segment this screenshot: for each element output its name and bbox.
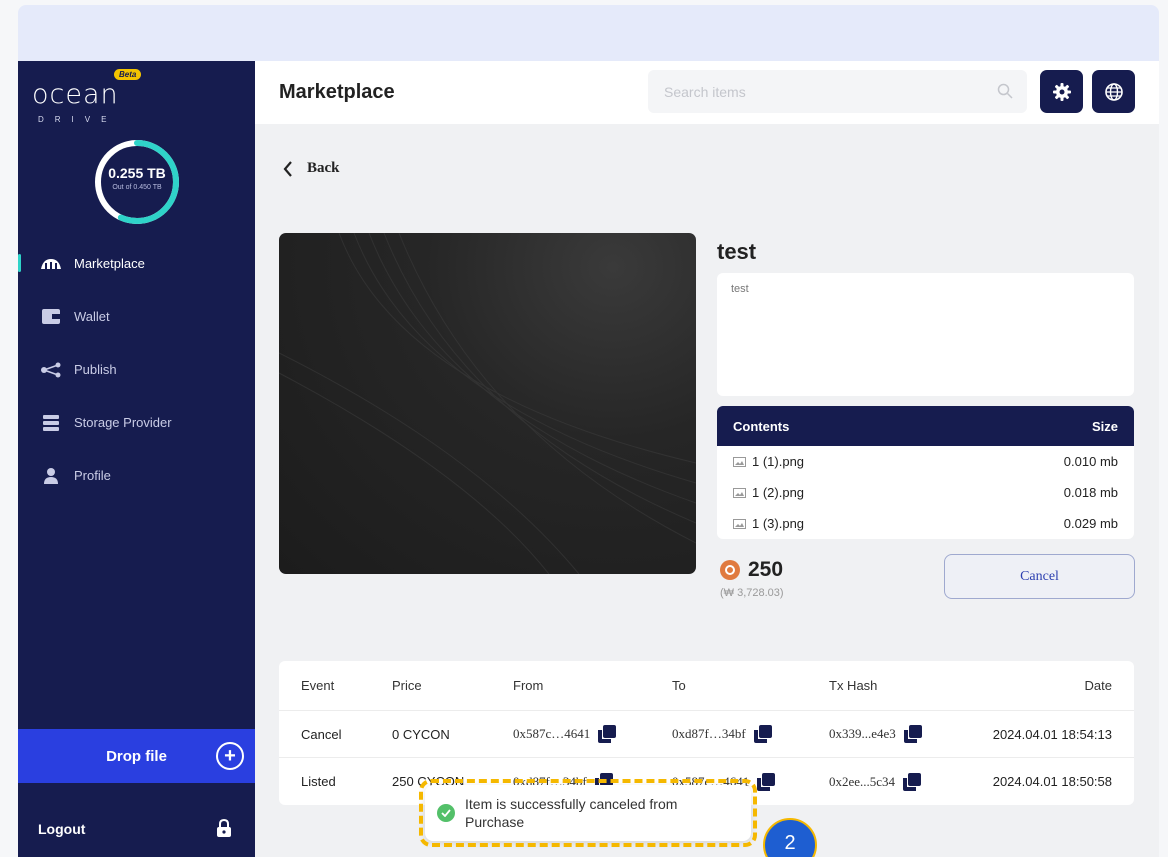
price-converted: (₩ 3,728.03) [720,587,784,599]
size-header-label: Size [1091,418,1118,434]
item-description: test [717,273,1134,396]
column-header: Tx Hash [829,678,878,693]
sidebar-item-wallet[interactable]: Wallet [18,290,255,343]
server-icon [40,414,62,431]
item-preview-image [279,233,696,574]
contents-header: Contents Size [717,406,1134,446]
copy-icon[interactable] [757,772,776,791]
file-size: 0.029 mb [1063,516,1118,531]
file-name: 1 (2).png [752,485,805,500]
column-header: Price [392,678,422,693]
logo: Beta ocean DRIVE [32,69,142,124]
app-window: Beta ocean DRIVE 0.255 TB Out of 0.450 T… [18,61,1159,857]
logo-subtext: DRIVE [38,115,118,124]
file-row: 1 (3).png 0.029 mb [717,508,1134,539]
copy-icon[interactable] [903,725,922,743]
back-button[interactable]: Back [283,160,340,177]
search-icon[interactable] [997,83,1013,99]
highlight-outline [419,779,757,847]
page-title: Marketplace [279,81,395,103]
sidebar-item-storage-provider[interactable]: Storage Provider [18,396,255,449]
marketplace-icon [40,256,62,272]
contents-header-label: Contents [733,418,790,434]
share-icon [40,362,62,378]
file-name: 1 (3).png [752,516,805,531]
logout-button[interactable]: Logout [38,821,85,837]
to-cell: 0xd87f…34bf [672,711,772,757]
main-content: Marketplace Search items Back test test … [255,61,1159,857]
tx-cell: 0x339...e4e3 [829,711,922,757]
globe-icon [1104,82,1123,101]
back-label: Back [307,160,340,176]
search-box [648,70,1027,113]
cancel-button[interactable]: Cancel [944,554,1135,599]
storage-used: 0.255 TB [108,165,166,181]
file-size: 0.010 mb [1063,454,1118,469]
chevron-left-icon [283,160,292,177]
date-cell: 2024.04.01 18:54:13 [992,726,1112,742]
storage-total: Out of 0.450 TB [112,184,162,191]
language-button[interactable] [1092,70,1135,113]
sidebar-item-label: Marketplace [74,256,145,271]
sidebar-item-label: Publish [74,362,117,377]
sidebar-item-publish[interactable]: Publish [18,343,255,396]
settings-button[interactable] [1040,70,1083,113]
coin-icon [720,560,740,580]
file-row: 1 (1).png 0.010 mb [717,446,1134,477]
sidebar-nav: Marketplace Wallet Publish Storage Provi… [18,237,255,502]
lock-icon [217,819,231,837]
file-size: 0.018 mb [1063,485,1118,500]
sidebar: Beta ocean DRIVE 0.255 TB Out of 0.450 T… [18,61,255,857]
copy-icon[interactable] [753,725,772,743]
column-header: Event [301,678,335,693]
sidebar-item-label: Wallet [74,309,110,324]
plus-icon: + [216,742,244,770]
price-cell: 0 CYCON [392,726,450,742]
column-header: To [672,678,686,693]
file-row: 1 (2).png 0.018 mb [717,477,1134,508]
file-name: 1 (1).png [752,454,805,469]
storage-usage: 0.255 TB Out of 0.450 TB [93,165,181,191]
from-cell: 0x587c…4641 [513,711,617,757]
logo-wordmark: ocean [32,79,119,110]
tx-hash: 0x339...e4e3 [829,726,896,741]
item-price: 250 [720,558,783,582]
sidebar-item-label: Storage Provider [74,415,172,430]
tx-cell: 0x2ee...5c34 [829,758,922,805]
search-input[interactable] [648,70,988,113]
column-header: Date [1084,678,1112,693]
copy-icon[interactable] [903,772,922,791]
sidebar-item-profile[interactable]: Profile [18,449,255,502]
drop-file-button[interactable]: Drop file + [18,729,255,783]
gear-icon [1052,82,1071,101]
image-file-icon [733,456,746,467]
event-cell: Cancel [301,726,342,742]
price-value: 250 [748,558,784,581]
item-title: test [717,239,757,264]
image-file-icon [733,487,746,498]
event-cell: Listed [301,774,336,789]
user-icon [40,467,62,484]
top-band [18,5,1159,62]
from-address: 0x587c…4641 [513,726,591,741]
table-header-row: Event Price From To Tx Hash Date [279,661,1134,711]
contents-table: Contents Size 1 (1).png 0.010 mb 1 (2).p… [717,406,1134,539]
sidebar-item-marketplace[interactable]: Marketplace [18,237,255,290]
image-file-icon [733,518,746,529]
date-cell: 2024.04.01 18:50:58 [992,774,1112,789]
sidebar-item-label: Profile [74,468,111,483]
copy-icon[interactable] [598,725,617,743]
tx-hash: 0x2ee...5c34 [829,773,896,789]
wallet-icon [40,309,62,325]
drop-file-label: Drop file [106,747,167,765]
table-row: Cancel 0 CYCON 0x587c…4641 0xd87f…34bf 0… [279,711,1134,758]
to-address: 0xd87f…34bf [672,726,746,741]
header: Marketplace [255,61,1159,124]
column-header: From [513,678,544,693]
